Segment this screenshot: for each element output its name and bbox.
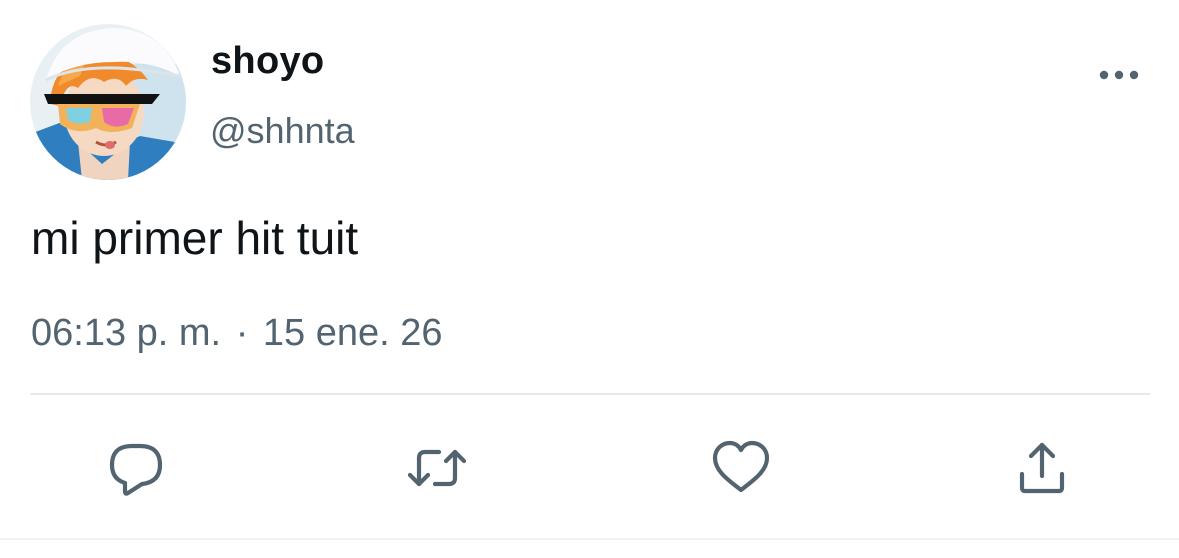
share-upload-icon	[1019, 442, 1065, 494]
comment-bubble-icon	[109, 443, 163, 496]
bottom-divider	[0, 538, 1179, 540]
like-button[interactable]	[709, 436, 773, 500]
share-button[interactable]	[1010, 436, 1074, 500]
retweet-button[interactable]	[405, 436, 469, 500]
more-horizontal-icon	[1099, 70, 1139, 80]
avatar[interactable]	[30, 24, 186, 180]
more-options-button[interactable]	[1092, 60, 1146, 90]
timestamp-separator: ·	[235, 312, 249, 354]
tweet-text: mi primer hit tuit	[31, 212, 359, 264]
tweet-time: 06:13 p. m.	[31, 312, 222, 354]
reply-button[interactable]	[104, 436, 168, 500]
avatar-image	[30, 24, 186, 180]
display-name[interactable]: shoyo	[211, 38, 324, 84]
divider	[30, 393, 1150, 395]
heart-icon	[712, 440, 770, 493]
tweet-card: shoyo @shhnta mi primer hit tuit 06:13 p…	[0, 0, 1179, 558]
tweet-date: 15 ene. 26	[262, 312, 443, 354]
tweet-timestamp[interactable]: 06:13 p. m. · 15 ene. 26	[31, 308, 443, 358]
user-handle[interactable]: @shhnta	[210, 108, 355, 154]
retweet-arrows-icon	[407, 449, 467, 487]
